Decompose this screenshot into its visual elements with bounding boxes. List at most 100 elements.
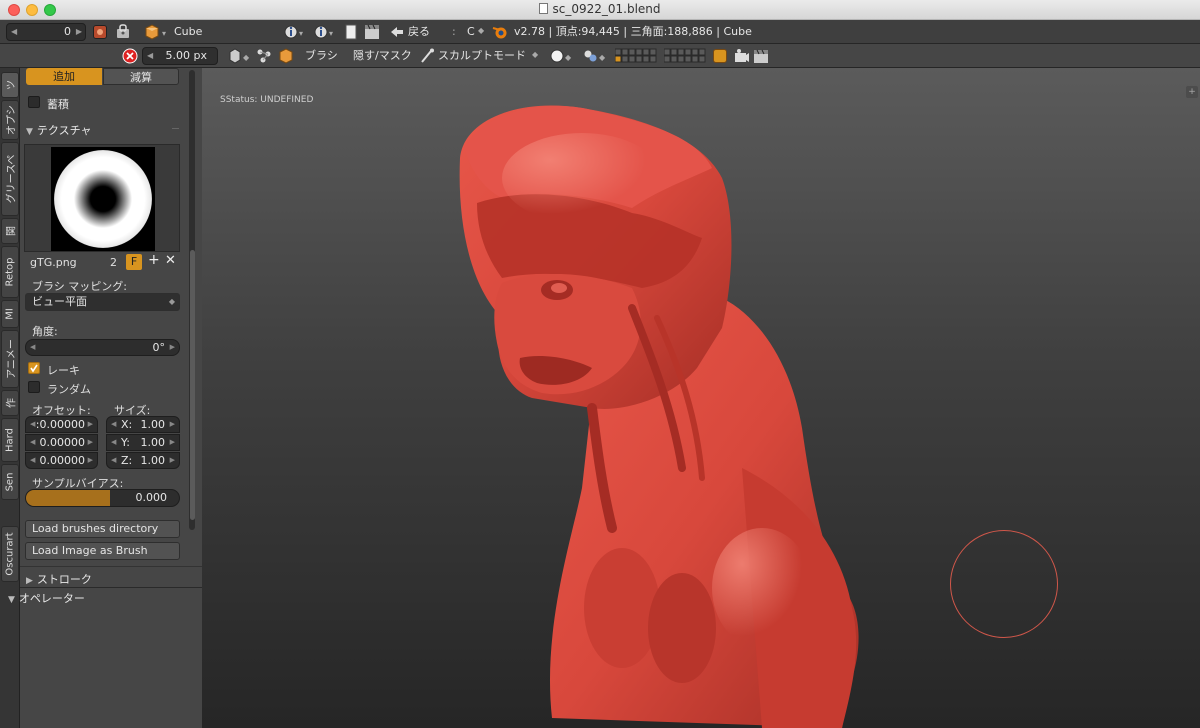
cube-object-icon[interactable]: ▾ [144,24,172,40]
angle-field[interactable]: ◀ 0° ▶ [25,339,180,356]
view3d-header: X Y Z ◀ 5.00 px ◆ ブラシ 隠す/マスク スカルプトモード ◆ … [0,44,1200,109]
back-button[interactable]: 戻る [408,24,430,40]
operator-triangle-icon: ▼ [8,595,15,605]
svg-text:◆: ◆ [565,53,572,62]
svg-text:◆: ◆ [243,53,250,62]
brush-menu[interactable]: ブラシ [305,48,338,64]
tab-retop[interactable]: Retop [1,246,19,298]
angle-label: 角度: [32,325,58,338]
operator-section-header[interactable]: ▼ オペレーター [8,590,85,606]
chevron-updown-icon[interactable]: ◆ [478,26,486,38]
view-cube-icon[interactable]: ◆ [228,48,252,64]
brush-mapping-label: ブラシ マッピング: [32,280,127,293]
cube-icon[interactable] [279,48,293,64]
sample-bias-slider[interactable]: 0.000 [25,489,180,507]
stroke-section-header[interactable]: ▶ ストローク [26,571,92,587]
viewport-shading-icon[interactable]: ◆ [550,48,574,64]
offset-z-field[interactable]: ◀ 0.00000 ▶ [25,452,98,469]
tab-grease-pencil[interactable]: グリースペ [1,142,19,216]
render-camera-icon[interactable] [734,48,750,64]
cancel-icon[interactable] [122,48,138,64]
brush-size-field[interactable]: ◀ 5.00 px [142,47,218,65]
load-brushes-directory-button[interactable]: Load brushes directory [25,520,180,538]
add-button[interactable]: 追加 [26,68,102,85]
unlink-texture-icon[interactable]: ✕ [165,253,176,268]
brush-size-value: 5.00 px [165,49,207,62]
drag-handle-icon[interactable] [172,128,179,129]
texture-name[interactable]: gTG.png [30,256,77,269]
offset-y-field[interactable]: ◀ 0.00000 ▶ [25,434,98,451]
render-engine-label[interactable]: C [467,24,475,40]
clapper-icon[interactable] [364,23,380,41]
size-z-field[interactable]: ◀ Z: 1.00 ▶ [106,452,180,469]
expand-triangle-icon: ▼ [26,127,33,137]
3d-viewport[interactable]: SStatus: UNDEFINED + [202,68,1200,728]
fake-user-button[interactable]: F [126,254,142,270]
tab-create[interactable]: 作 [1,390,19,416]
window-title: sc_0922_01.blend [0,2,1200,16]
tool-tabs: ツ オプシ グリースペ 関 Retop MI アニメー 作 Hard Sen O… [0,68,20,728]
size-x-field[interactable]: ◀ X: 1.00 ▶ [106,416,180,433]
accumulate-checkbox[interactable] [28,96,40,108]
rake-checkbox[interactable] [28,362,40,374]
tab-oscurart[interactable]: Oscurart [1,526,19,582]
texture-preview-frame[interactable] [24,144,180,252]
header-separator: : [452,25,456,38]
window-title-text: sc_0922_01.blend [552,2,661,16]
tab-relations[interactable]: 関 [1,218,19,244]
sculpt-model [459,105,859,728]
page-icon[interactable] [345,24,357,40]
svg-text:▾: ▾ [162,29,166,38]
tab-options[interactable]: オプシ [1,100,19,140]
window-titlebar: sc_0922_01.blend [0,0,1200,20]
new-texture-icon[interactable]: + [148,252,160,268]
info-header: ◀ 0 ▶ ▾ Cube ▾ ▾ 戻る : C ◆ v2.78 | 頂点:94,… [0,20,1200,44]
document-icon [539,3,549,14]
sculpt-brush-icon [420,48,434,64]
operator-divider [20,587,202,588]
tab-tools[interactable]: ツ [1,72,19,98]
blender-logo-icon [492,24,508,40]
tab-animation[interactable]: アニメー [1,330,19,388]
texture-section-header[interactable]: ▼ テクスチャ [26,122,91,138]
back-arrow-icon[interactable] [390,25,404,39]
section-divider [20,566,202,567]
svg-text:▾: ▾ [329,29,333,38]
brush-cursor-circle [950,530,1058,638]
mode-chevron-icon[interactable]: ◆ [532,50,540,62]
subtract-button[interactable]: 減算 [103,68,179,85]
texture-user-count: 2 [110,256,117,269]
frame-value: 0 [64,25,71,38]
sample-bias-fill [26,490,111,506]
random-label: ランダム [47,383,91,396]
frame-field[interactable]: ◀ 0 ▶ [6,23,86,41]
lock-camera-icon[interactable] [713,49,727,63]
render-animation-icon[interactable] [753,48,769,64]
mesh-nodes-icon[interactable] [256,48,272,64]
info-icon-2[interactable]: ▾ [314,24,338,40]
hide-mask-menu[interactable]: 隠す/マスク [353,48,412,64]
layers-grid-left-icon[interactable] [614,48,659,64]
tab-hard[interactable]: Hard [1,418,19,462]
mode-selector[interactable]: スカルプトモード [438,48,526,64]
svg-text:◆: ◆ [599,53,606,62]
object-name[interactable]: Cube [174,24,202,40]
panel-scrollbar-thumb[interactable] [190,250,195,520]
record-icon[interactable] [93,25,107,39]
offset-x-field[interactable]: ◀:0.00000 ▶ [25,416,98,433]
pivot-icon[interactable]: ◆ [583,48,607,64]
tab-mi[interactable]: MI [1,300,19,328]
random-checkbox[interactable] [28,381,40,393]
collapsed-triangle-icon: ▶ [26,576,33,586]
tab-sen[interactable]: Sen [1,464,19,500]
scene-stats: v2.78 | 頂点:94,445 | 三角面:188,886 | Cube [514,25,752,38]
info-icon[interactable]: ▾ [284,24,308,40]
mapping-dropdown[interactable]: ビュー平面 ◆ [25,293,180,311]
texture-preview-image [51,147,155,251]
rake-label: レーキ [47,364,80,377]
layers-grid-right-icon[interactable] [663,48,708,64]
size-y-field[interactable]: ◀ Y: 1.00 ▶ [106,434,180,451]
load-image-as-brush-button[interactable]: Load Image as Brush [25,542,180,560]
keyring-icon[interactable] [115,24,131,39]
accumulate-label: 蓄積 [47,98,69,111]
